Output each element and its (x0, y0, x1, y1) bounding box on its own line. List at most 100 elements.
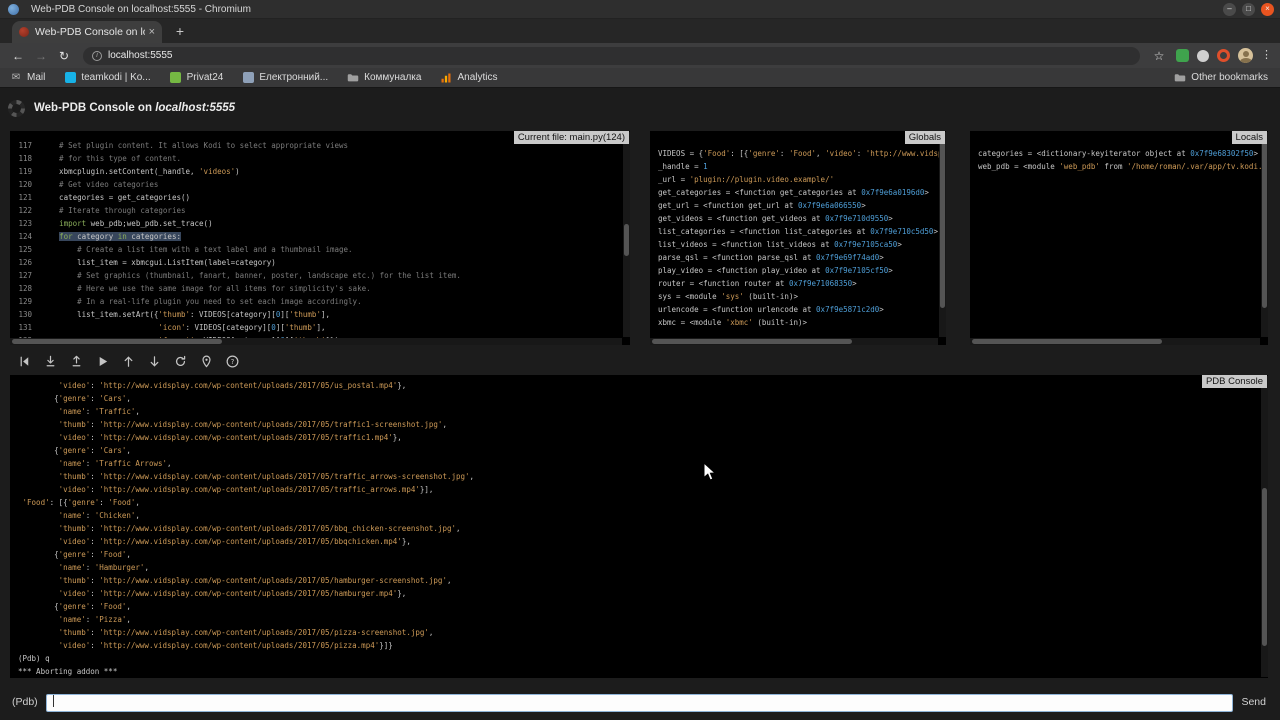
kodi-favicon (64, 72, 76, 84)
code-line: 126 list_item = xbmcgui.ListItem(label=c… (10, 256, 630, 269)
console-line: {'genre': 'Food', (18, 548, 1260, 561)
console-line: 'thumb': 'http://www.vidsplay.com/wp-con… (18, 626, 1260, 639)
globals-line: get_categories = <function get_categorie… (658, 186, 938, 199)
toolbar-right-icons: ⋮ (1176, 48, 1272, 63)
text-caret (53, 695, 54, 707)
console-line: 'thumb': 'http://www.vidsplay.com/wp-con… (18, 574, 1260, 587)
console-vertical-scrollbar[interactable] (1261, 376, 1268, 677)
web-pdb-page: Web-PDB Console on localhost:5555 Curren… (0, 88, 1280, 720)
profile-avatar[interactable] (1238, 48, 1253, 63)
globals-line: xbmc = <module 'xbmc' (built-in)> (658, 316, 938, 329)
console-line: 'thumb': 'http://www.vidsplay.com/wp-con… (18, 522, 1260, 535)
help-button[interactable]: ? (224, 353, 240, 369)
globals-line: list_categories = <function list_categor… (658, 225, 938, 238)
code-line: 130 list_item.setArt({'thumb': VIDEOS[ca… (10, 308, 630, 321)
globals-list[interactable]: VIDEOS = {'Food': [{'genre': 'Food', 'vi… (650, 131, 946, 345)
globals-horizontal-scrollbar[interactable] (650, 338, 938, 345)
locals-list[interactable]: categories = <dictionary-keyiterator obj… (970, 131, 1268, 345)
pdb-command-input[interactable] (46, 694, 1234, 712)
bookmark-item[interactable]: ✉ Mail (10, 72, 45, 84)
privat24-favicon (170, 72, 182, 84)
page-title: Web-PDB Console on localhost:5555 (34, 102, 235, 114)
bookmark-label: teamkodi | Ko... (81, 72, 150, 83)
back-button[interactable]: ← (8, 46, 28, 66)
source-code[interactable]: 117 # Set plugin content. It allows Kodi… (10, 131, 630, 345)
code-vertical-scrollbar[interactable] (623, 132, 630, 337)
console-line: 'video': 'http://www.vidsplay.com/wp-con… (18, 483, 1260, 496)
reload-button[interactable]: ↻ (54, 46, 74, 66)
extension-icon-2[interactable] (1197, 50, 1209, 62)
extension-icon-1[interactable] (1176, 49, 1189, 62)
address-bar-url: localhost:5555 (108, 50, 173, 61)
source-code-panel: Current file: main.py(124) 117 # Set plu… (10, 131, 630, 345)
bookmark-item[interactable]: Analytics (440, 72, 497, 84)
console-line: 'video': 'http://www.vidsplay.com/wp-con… (18, 639, 1260, 652)
window-close-button[interactable]: × (1261, 3, 1274, 16)
window-maximize-button[interactable]: □ (1242, 3, 1255, 16)
bookmark-star-icon[interactable]: ☆ (1149, 46, 1169, 66)
locals-vertical-scrollbar[interactable] (1261, 132, 1268, 337)
chromium-window-icon (8, 4, 19, 15)
console-line: 'thumb': 'http://www.vidsplay.com/wp-con… (18, 470, 1260, 483)
bookmark-item[interactable]: teamkodi | Ko... (64, 72, 150, 84)
doc-favicon (242, 72, 254, 84)
extension-icon-3[interactable] (1217, 49, 1230, 62)
other-bookmarks-button[interactable]: Other bookmarks (1174, 72, 1268, 84)
step-into-button[interactable] (42, 353, 58, 369)
address-bar[interactable]: i localhost:5555 (83, 47, 1140, 65)
browser-tab-active[interactable]: Web-PDB Console on loca × (12, 21, 162, 43)
tab-favicon (19, 27, 29, 37)
new-tab-button[interactable]: + (170, 22, 190, 42)
where-button[interactable] (198, 353, 214, 369)
bookmark-item[interactable]: Електронний... (242, 72, 328, 84)
where-icon (199, 354, 214, 369)
analytics-icon (440, 72, 452, 84)
console-line: 'name': 'Traffic', (18, 405, 1260, 418)
globals-line: get_videos = <function get_videos at 0x7… (658, 212, 938, 225)
stack-down-button[interactable] (146, 353, 162, 369)
restart-button[interactable] (172, 353, 188, 369)
bookmark-item[interactable]: Коммуналка (347, 72, 421, 84)
step-out-icon (69, 354, 84, 369)
console-line: 'video': 'http://www.vidsplay.com/wp-con… (18, 587, 1260, 600)
bookmark-label: Коммуналка (364, 72, 421, 83)
locals-horizontal-scrollbar[interactable] (970, 338, 1260, 345)
console-line: {'genre': 'Cars', (18, 444, 1260, 457)
console-line: 'name': 'Hamburger', (18, 561, 1260, 574)
site-info-icon[interactable]: i (92, 51, 102, 61)
stack-up-icon (121, 354, 136, 369)
page-title-host: localhost:5555 (155, 102, 235, 114)
bookmark-label: Mail (27, 72, 45, 83)
tab-strip: Web-PDB Console on loca × + (0, 19, 1280, 43)
globals-line: _handle = 1 (658, 160, 938, 173)
mail-icon: ✉ (10, 72, 22, 84)
pdb-console-panel: PDB Console 'video': 'http://www.vidspla… (10, 375, 1268, 678)
code-horizontal-scrollbar[interactable] (10, 338, 622, 345)
globals-line: list_videos = <function list_videos at 0… (658, 238, 938, 251)
locals-line: web_pdb = <module 'web_pdb' from '/home/… (978, 160, 1260, 173)
bookmark-item[interactable]: Privat24 (170, 72, 224, 84)
pdb-prompt-label: (Pdb) (12, 696, 38, 708)
activity-spinner-icon (8, 100, 25, 117)
bookmark-label: Privat24 (187, 72, 224, 83)
send-button[interactable]: Send (1241, 696, 1266, 708)
locals-line: categories = <dictionary-keyiterator obj… (978, 147, 1260, 160)
window-minimize-button[interactable]: – (1223, 3, 1236, 16)
tab-close-icon[interactable]: × (149, 27, 155, 38)
pdb-console-output[interactable]: 'video': 'http://www.vidsplay.com/wp-con… (10, 375, 1268, 678)
continue-button[interactable] (94, 353, 110, 369)
globals-line: VIDEOS = {'Food': [{'genre': 'Food', 'vi… (658, 147, 938, 160)
code-line: 129 # In a real-life plugin you need to … (10, 295, 630, 308)
globals-vertical-scrollbar[interactable] (939, 132, 946, 337)
window-titlebar[interactable]: Web-PDB Console on localhost:5555 - Chro… (0, 0, 1280, 19)
code-line: 127 # Set graphics (thumbnail, fanart, b… (10, 269, 630, 282)
page-header: Web-PDB Console on localhost:5555 (0, 88, 1280, 118)
console-line: {'genre': 'Food', (18, 600, 1260, 613)
locals-label: Locals (1232, 131, 1267, 144)
current-line-button[interactable] (16, 353, 32, 369)
forward-button[interactable]: → (31, 46, 51, 66)
globals-line: _url = 'plugin://plugin.video.example/' (658, 173, 938, 186)
stack-up-button[interactable] (120, 353, 136, 369)
browser-menu-icon[interactable]: ⋮ (1261, 48, 1272, 63)
step-out-button[interactable] (68, 353, 84, 369)
